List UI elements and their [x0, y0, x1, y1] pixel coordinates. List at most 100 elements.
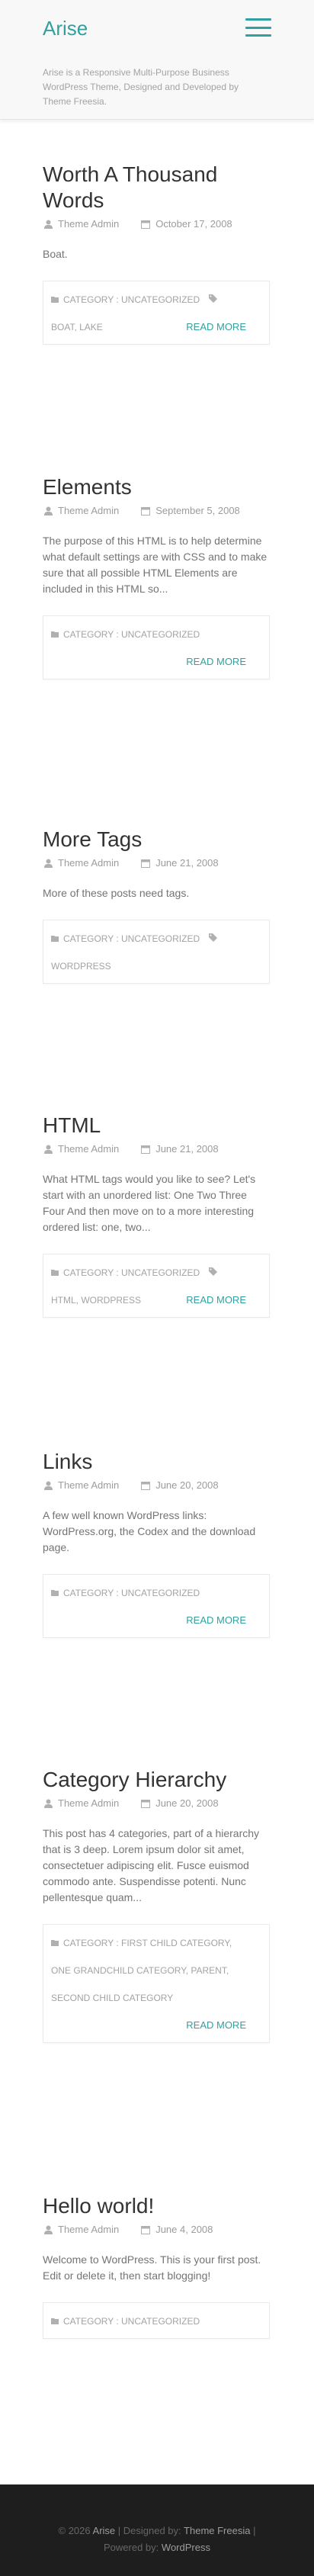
- post-category[interactable]: CATEGORY : UNCATEGORIZED: [63, 1259, 200, 1286]
- post-author[interactable]: Theme Admin: [58, 2224, 119, 2235]
- post-category[interactable]: CATEGORY : UNCATEGORIZED: [63, 2308, 200, 2335]
- post-meta: Theme Admin June 20, 2008: [43, 1797, 271, 1809]
- entry-footer: CATEGORY : UNCATEGORIZED HTML, WORDPRESS…: [43, 1254, 270, 1318]
- post-title[interactable]: Worth A Thousand Words: [43, 162, 271, 214]
- post-category[interactable]: CATEGORY : UNCATEGORIZED: [63, 286, 200, 313]
- footer-pipe: |: [253, 2525, 256, 2536]
- designed-by-label: | Designed by:: [117, 2525, 181, 2536]
- post-title[interactable]: Links: [43, 1449, 271, 1475]
- user-icon: [43, 1144, 53, 1155]
- site-header: Arise Arise is a Responsive Multi-Purpos…: [0, 0, 314, 120]
- post-category[interactable]: CATEGORY : UNCATEGORIZED: [63, 1579, 200, 1607]
- post-meta: Theme Admin June 21, 2008: [43, 1143, 271, 1155]
- post-category[interactable]: CATEGORY : UNCATEGORIZED: [63, 621, 200, 648]
- post-card: Elements Theme Admin September 5, 2008 T…: [43, 474, 271, 679]
- copyright-line: © 2026 Arise | Designed by: Theme Freesi…: [0, 2523, 314, 2539]
- user-icon: [43, 2224, 53, 2235]
- post-author[interactable]: Theme Admin: [58, 1143, 119, 1155]
- post-card: Category Hierarchy Theme Admin June 20, …: [43, 1767, 271, 2043]
- tag-icon: [209, 1259, 218, 1286]
- post-card: Hello world! Theme Admin June 4, 2008 We…: [43, 2193, 271, 2339]
- user-icon: [43, 1480, 53, 1491]
- post-date[interactable]: June 21, 2008: [155, 1143, 218, 1155]
- folder-icon: [51, 621, 59, 648]
- post-tags[interactable]: BOAT, LAKE: [51, 313, 103, 341]
- post-author[interactable]: Theme Admin: [58, 857, 119, 869]
- powered-by-label: Powered by:: [104, 2542, 159, 2553]
- footer-wordpress-link[interactable]: WordPress: [162, 2542, 210, 2553]
- post-tags[interactable]: HTML, WORDPRESS: [51, 1286, 141, 1314]
- post-meta: Theme Admin June 21, 2008: [43, 857, 271, 869]
- user-icon: [43, 506, 53, 516]
- post-excerpt: More of these posts need tags.: [43, 887, 190, 899]
- user-icon: [43, 219, 53, 230]
- post-excerpt: This post has 4 categories, part of a hi…: [43, 1827, 260, 1903]
- read-more-link[interactable]: READ MORE: [186, 1286, 246, 1314]
- post-meta: Theme Admin June 4, 2008: [43, 2224, 271, 2235]
- hamburger-menu-button[interactable]: [245, 17, 271, 38]
- tag-icon: [209, 286, 218, 313]
- copyright-prefix: © 2026: [58, 2525, 91, 2536]
- footer-designer-link[interactable]: Theme Freesia: [184, 2525, 250, 2536]
- folder-icon: [51, 2308, 59, 2335]
- footer-site-link[interactable]: Arise: [93, 2525, 116, 2536]
- post-author[interactable]: Theme Admin: [58, 1797, 119, 1809]
- calendar-icon: [140, 1480, 151, 1491]
- folder-icon: [51, 1579, 59, 1607]
- entry-footer: CATEGORY : FIRST CHILD CATEGORY, ONE GRA…: [43, 1924, 270, 2043]
- post-card: Links Theme Admin June 20, 2008 A few we…: [43, 1449, 271, 1638]
- post-date[interactable]: October 17, 2008: [155, 218, 232, 230]
- calendar-icon: [140, 506, 151, 516]
- post-title[interactable]: More Tags: [43, 827, 271, 853]
- folder-icon: [51, 1259, 59, 1286]
- post-excerpt: The purpose of this HTML is to help dete…: [43, 535, 268, 595]
- post-date[interactable]: June 20, 2008: [155, 1479, 218, 1491]
- folder-icon: [51, 1929, 59, 1957]
- entry-footer: CATEGORY : UNCATEGORIZED READ MORE: [43, 1574, 270, 1638]
- entry-footer: CATEGORY : UNCATEGORIZED READ MORE: [43, 615, 270, 679]
- site-title[interactable]: Arise: [43, 17, 88, 40]
- calendar-icon: [140, 1144, 151, 1155]
- post-excerpt: Welcome to WordPress. This is your first…: [43, 2253, 261, 2282]
- post-category[interactable]: CATEGORY : UNCATEGORIZED: [63, 925, 200, 952]
- calendar-icon: [140, 2224, 151, 2235]
- user-icon: [43, 1798, 53, 1809]
- post-meta: Theme Admin September 5, 2008: [43, 505, 271, 516]
- post-tags[interactable]: WORDPRESS: [51, 952, 111, 980]
- calendar-icon: [140, 858, 151, 869]
- post-card: HTML Theme Admin June 21, 2008 What HTML…: [43, 1113, 271, 1318]
- calendar-icon: [140, 219, 151, 230]
- read-more-link[interactable]: READ MORE: [186, 648, 246, 676]
- folder-icon: [51, 925, 59, 952]
- post-title[interactable]: HTML: [43, 1113, 271, 1139]
- hamburger-icon-bar: [245, 26, 271, 29]
- post-category-continued[interactable]: ONE GRANDCHILD CATEGORY, PARENT,: [51, 1957, 229, 1984]
- post-date[interactable]: June 4, 2008: [155, 2224, 213, 2235]
- post-category[interactable]: CATEGORY : FIRST CHILD CATEGORY,: [63, 1929, 232, 1957]
- post-card: Worth A Thousand Words Theme Admin Octob…: [43, 162, 271, 345]
- post-date[interactable]: September 5, 2008: [155, 505, 240, 516]
- entry-footer: CATEGORY : UNCATEGORIZED: [43, 2302, 270, 2339]
- post-category-continued[interactable]: SECOND CHILD CATEGORY: [51, 1984, 173, 2012]
- post-meta: Theme Admin June 20, 2008: [43, 1479, 271, 1491]
- post-excerpt: A few well known WordPress links: WordPr…: [43, 1509, 256, 1553]
- post-author[interactable]: Theme Admin: [58, 1479, 119, 1491]
- hamburger-icon-bar: [245, 34, 271, 37]
- post-title[interactable]: Elements: [43, 474, 271, 500]
- site-footer: © 2026 Arise | Designed by: Theme Freesi…: [0, 2484, 314, 2576]
- entry-footer: CATEGORY : UNCATEGORIZED BOAT, LAKE READ…: [43, 281, 270, 345]
- post-author[interactable]: Theme Admin: [58, 505, 119, 516]
- post-meta: Theme Admin October 17, 2008: [43, 218, 271, 230]
- post-date[interactable]: June 21, 2008: [155, 857, 218, 869]
- post-date[interactable]: June 20, 2008: [155, 1797, 218, 1809]
- read-more-link[interactable]: READ MORE: [186, 313, 246, 341]
- site-tagline: Arise is a Responsive Multi-Purpose Busi…: [43, 67, 239, 107]
- post-title[interactable]: Hello world!: [43, 2193, 271, 2219]
- read-more-link[interactable]: READ MORE: [186, 2012, 246, 2039]
- post-title[interactable]: Category Hierarchy: [43, 1767, 271, 1793]
- entry-footer: CATEGORY : UNCATEGORIZED WORDPRESS: [43, 920, 270, 984]
- post-author[interactable]: Theme Admin: [58, 218, 119, 230]
- read-more-link[interactable]: READ MORE: [186, 1607, 246, 1634]
- post-excerpt: What HTML tags would you like to see? Le…: [43, 1173, 256, 1233]
- folder-icon: [51, 286, 59, 313]
